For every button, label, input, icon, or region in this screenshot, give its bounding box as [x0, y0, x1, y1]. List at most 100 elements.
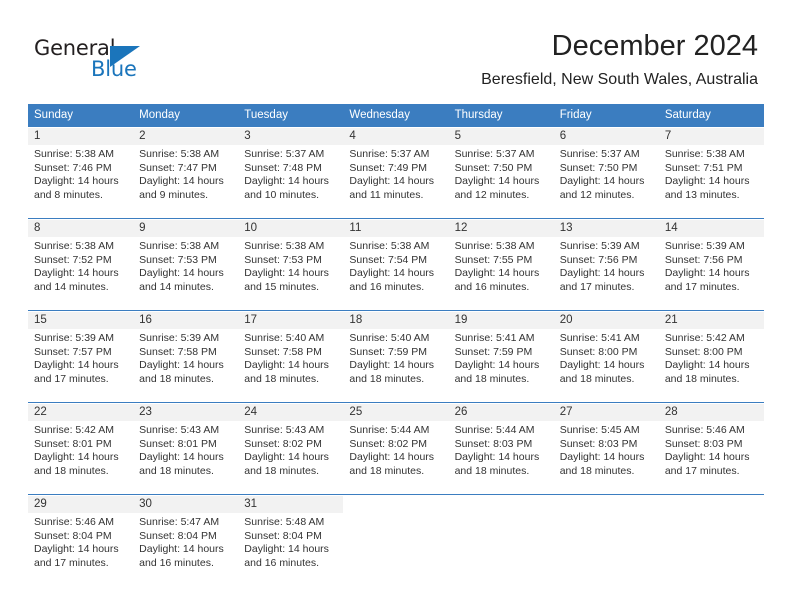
- calendar-day-cell[interactable]: 3 Sunrise: 5:37 AM Sunset: 7:48 PM Daylight…: [238, 128, 344, 219]
- sunrise-time: Sunrise: 5:38 AM: [664, 148, 745, 160]
- calendar-day-cell[interactable]: 18 Sunrise: 5:40 AM Sunset: 7:59 PM Dayligh…: [343, 312, 449, 403]
- calendar-day-cell[interactable]: 16 Sunrise: 5:39 AM Sunset: 7:58 PM Dayligh…: [133, 312, 239, 403]
- calendar-day-cell[interactable]: 20 Sunrise: 5:41 AM Sunset: 8:00 PM Dayligh…: [553, 312, 659, 403]
- calendar-day-cell[interactable]: 31 Sunrise: 5:48 AM Sunset: 8:04 PM Dayligh…: [238, 496, 344, 586]
- calendar-day-cell[interactable]: 13 Sunrise: 5:39 AM Sunset: 7:56 PM Dayligh…: [553, 220, 659, 311]
- day-number: 27: [553, 404, 659, 421]
- day-details: Sunrise: 5:42 AM Sunset: 8:00 PM Daylight:…: [659, 329, 764, 386]
- calendar-day-cell[interactable]: 15 Sunrise: 5:39 AM Sunset: 7:57 PM Dayligh…: [28, 312, 134, 403]
- calendar-day-cell[interactable]: 8 Sunrise: 5:38 AM Sunset: 7:52 PM Daylight…: [28, 220, 134, 311]
- calendar-day-cell[interactable]: 29 Sunrise: 5:46 AM Sunset: 8:04 PM Dayligh…: [28, 496, 134, 586]
- calendar-day-cell[interactable]: 25 Sunrise: 5:44 AM Sunset: 8:02 PM Dayligh…: [343, 404, 449, 495]
- daylight-duration-line2: and 10 minutes.: [244, 188, 319, 201]
- calendar-day-cell[interactable]: 2 Sunrise: 5:38 AM Sunset: 7:47 PM Daylight…: [133, 128, 239, 219]
- sunrise-sunset-calendar: Sunday Monday Tuesday Wednesday Thursday…: [28, 104, 764, 586]
- day-cell-content: 12 Sunrise: 5:38 AM Sunset: 7:55 PM Dayligh…: [448, 220, 554, 310]
- day-details: Sunrise: 5:41 AM Sunset: 8:00 PM Daylight:…: [554, 329, 659, 386]
- calendar-day-cell[interactable]: 27 Sunrise: 5:45 AM Sunset: 8:03 PM Dayligh…: [553, 404, 659, 495]
- general-blue-logo[interactable]: General Blue: [34, 36, 164, 86]
- sunrise-time: Sunrise: 5:37 AM: [454, 148, 535, 160]
- day-details: Sunrise: 5:43 AM Sunset: 8:01 PM Daylight:…: [133, 421, 238, 478]
- sunset-time: Sunset: 8:02 PM: [244, 437, 322, 450]
- sunrise-time: Sunrise: 5:37 AM: [349, 148, 430, 160]
- sunrise-time: Sunrise: 5:48 AM: [244, 516, 325, 528]
- calendar-day-cell-empty: [658, 496, 764, 586]
- calendar-day-cell[interactable]: 6 Sunrise: 5:37 AM Sunset: 7:50 PM Daylight…: [553, 128, 659, 219]
- day-details: Sunrise: 5:44 AM Sunset: 8:02 PM Daylight:…: [343, 421, 448, 478]
- calendar-day-cell[interactable]: 1 Sunrise: 5:38 AM Sunset: 7:46 PM Daylight…: [28, 128, 134, 219]
- day-cell-content: 3 Sunrise: 5:37 AM Sunset: 7:48 PM Daylight…: [238, 128, 344, 218]
- day-number: 29: [28, 496, 134, 513]
- calendar-day-cell[interactable]: 17 Sunrise: 5:40 AM Sunset: 7:58 PM Dayligh…: [238, 312, 344, 403]
- sunset-time: Sunset: 8:04 PM: [139, 529, 217, 542]
- day-cell-content: 9 Sunrise: 5:38 AM Sunset: 7:53 PM Daylight…: [133, 220, 239, 310]
- daylight-duration-line1: Daylight: 14 hours: [244, 175, 329, 187]
- day-details: Sunrise: 5:38 AM Sunset: 7:53 PM Daylight:…: [133, 237, 238, 294]
- calendar-day-cell[interactable]: 11 Sunrise: 5:38 AM Sunset: 7:54 PM Dayligh…: [343, 220, 449, 311]
- sunrise-time: Sunrise: 5:41 AM: [559, 332, 640, 344]
- day-details: Sunrise: 5:38 AM Sunset: 7:53 PM Daylight:…: [238, 237, 343, 294]
- calendar-day-cell[interactable]: 12 Sunrise: 5:38 AM Sunset: 7:55 PM Dayligh…: [448, 220, 554, 311]
- day-cell-content: 21 Sunrise: 5:42 AM Sunset: 8:00 PM Dayligh…: [658, 312, 764, 402]
- daylight-duration-line2: and 16 minutes.: [349, 280, 425, 293]
- day-cell-content: [343, 496, 449, 586]
- sunrise-time: Sunrise: 5:43 AM: [244, 424, 325, 436]
- daylight-duration-line2: and 18 minutes.: [349, 372, 425, 385]
- calendar-day-cell[interactable]: 22 Sunrise: 5:42 AM Sunset: 8:01 PM Dayligh…: [28, 404, 134, 495]
- daylight-duration-line2: and 17 minutes.: [34, 556, 109, 569]
- calendar-day-cell[interactable]: 28 Sunrise: 5:46 AM Sunset: 8:03 PM Dayligh…: [658, 404, 764, 495]
- daylight-duration-line2: and 14 minutes.: [34, 280, 109, 293]
- daylight-duration-line2: and 18 minutes.: [349, 464, 425, 477]
- day-number: 12: [448, 220, 554, 237]
- day-cell-content: 8 Sunrise: 5:38 AM Sunset: 7:52 PM Daylight…: [28, 220, 134, 310]
- calendar-day-cell[interactable]: 9 Sunrise: 5:38 AM Sunset: 7:53 PM Daylight…: [133, 220, 239, 311]
- calendar-week-row: 15 Sunrise: 5:39 AM Sunset: 7:57 PM Dayligh…: [28, 312, 764, 403]
- calendar-day-cell[interactable]: 14 Sunrise: 5:39 AM Sunset: 7:56 PM Dayligh…: [658, 220, 764, 311]
- day-number: 26: [448, 404, 554, 421]
- calendar-header-row: Sunday Monday Tuesday Wednesday Thursday…: [28, 104, 764, 127]
- day-number: 17: [238, 312, 344, 329]
- day-details: Sunrise: 5:46 AM Sunset: 8:03 PM Daylight:…: [659, 421, 764, 478]
- calendar-day-cell[interactable]: 21 Sunrise: 5:42 AM Sunset: 8:00 PM Dayligh…: [658, 312, 764, 403]
- sunset-time: Sunset: 8:03 PM: [454, 437, 533, 450]
- calendar-day-cell[interactable]: 10 Sunrise: 5:38 AM Sunset: 7:53 PM Dayligh…: [238, 220, 344, 311]
- sunset-time: Sunset: 7:54 PM: [349, 253, 428, 266]
- day-cell-content: 11 Sunrise: 5:38 AM Sunset: 7:54 PM Dayligh…: [343, 220, 449, 310]
- daylight-duration-line1: Daylight: 14 hours: [664, 359, 750, 371]
- sunset-time: Sunset: 7:52 PM: [34, 253, 112, 266]
- calendar-day-cell[interactable]: 23 Sunrise: 5:43 AM Sunset: 8:01 PM Dayligh…: [133, 404, 239, 495]
- calendar-day-cell[interactable]: 30 Sunrise: 5:47 AM Sunset: 8:04 PM Dayligh…: [133, 496, 239, 586]
- day-cell-content: 1 Sunrise: 5:38 AM Sunset: 7:46 PM Daylight…: [28, 128, 134, 218]
- calendar-day-cell[interactable]: 4 Sunrise: 5:37 AM Sunset: 7:49 PM Daylight…: [343, 128, 449, 219]
- daylight-duration-line2: and 18 minutes.: [559, 464, 635, 477]
- day-cell-content: 24 Sunrise: 5:43 AM Sunset: 8:02 PM Dayligh…: [238, 404, 344, 494]
- weekday-header-saturday: Saturday: [658, 104, 764, 127]
- sunrise-time: Sunrise: 5:39 AM: [664, 240, 745, 252]
- calendar-week-row: 8 Sunrise: 5:38 AM Sunset: 7:52 PM Daylight…: [28, 220, 764, 311]
- daylight-duration-line2: and 18 minutes.: [139, 464, 214, 477]
- page-header: General Blue December 2024 Beresfield, N…: [0, 0, 792, 100]
- sunset-time: Sunset: 7:51 PM: [664, 161, 743, 174]
- sunset-time: Sunset: 7:58 PM: [139, 345, 217, 358]
- calendar-day-cell[interactable]: 24 Sunrise: 5:43 AM Sunset: 8:02 PM Dayligh…: [238, 404, 344, 495]
- title-block: December 2024 Beresfield, New South Wale…: [481, 28, 758, 91]
- calendar-day-cell[interactable]: 5 Sunrise: 5:37 AM Sunset: 7:50 PM Daylight…: [448, 128, 554, 219]
- daylight-duration-line2: and 15 minutes.: [244, 280, 319, 293]
- day-cell-content: 23 Sunrise: 5:43 AM Sunset: 8:01 PM Dayligh…: [133, 404, 239, 494]
- daylight-duration-line1: Daylight: 14 hours: [454, 267, 540, 279]
- calendar-day-cell[interactable]: 7 Sunrise: 5:38 AM Sunset: 7:51 PM Daylight…: [658, 128, 764, 219]
- day-cell-content: 16 Sunrise: 5:39 AM Sunset: 7:58 PM Dayligh…: [133, 312, 239, 402]
- calendar-day-cell[interactable]: 26 Sunrise: 5:44 AM Sunset: 8:03 PM Dayligh…: [448, 404, 554, 495]
- sunrise-time: Sunrise: 5:38 AM: [454, 240, 535, 252]
- daylight-duration-line2: and 18 minutes.: [244, 464, 319, 477]
- sunset-time: Sunset: 8:03 PM: [664, 437, 743, 450]
- calendar-week-row: 1 Sunrise: 5:38 AM Sunset: 7:46 PM Daylight…: [28, 128, 764, 219]
- day-number: 16: [133, 312, 239, 329]
- sunrise-time: Sunrise: 5:39 AM: [34, 332, 114, 344]
- calendar-day-cell[interactable]: 19 Sunrise: 5:41 AM Sunset: 7:59 PM Dayligh…: [448, 312, 554, 403]
- calendar-week-row: 29 Sunrise: 5:46 AM Sunset: 8:04 PM Dayligh…: [28, 496, 764, 586]
- daylight-duration-line2: and 9 minutes.: [139, 188, 209, 201]
- daylight-duration-line2: and 18 minutes.: [34, 464, 109, 477]
- day-cell-content: 18 Sunrise: 5:40 AM Sunset: 7:59 PM Dayligh…: [343, 312, 449, 402]
- daylight-duration-line1: Daylight: 14 hours: [349, 267, 435, 279]
